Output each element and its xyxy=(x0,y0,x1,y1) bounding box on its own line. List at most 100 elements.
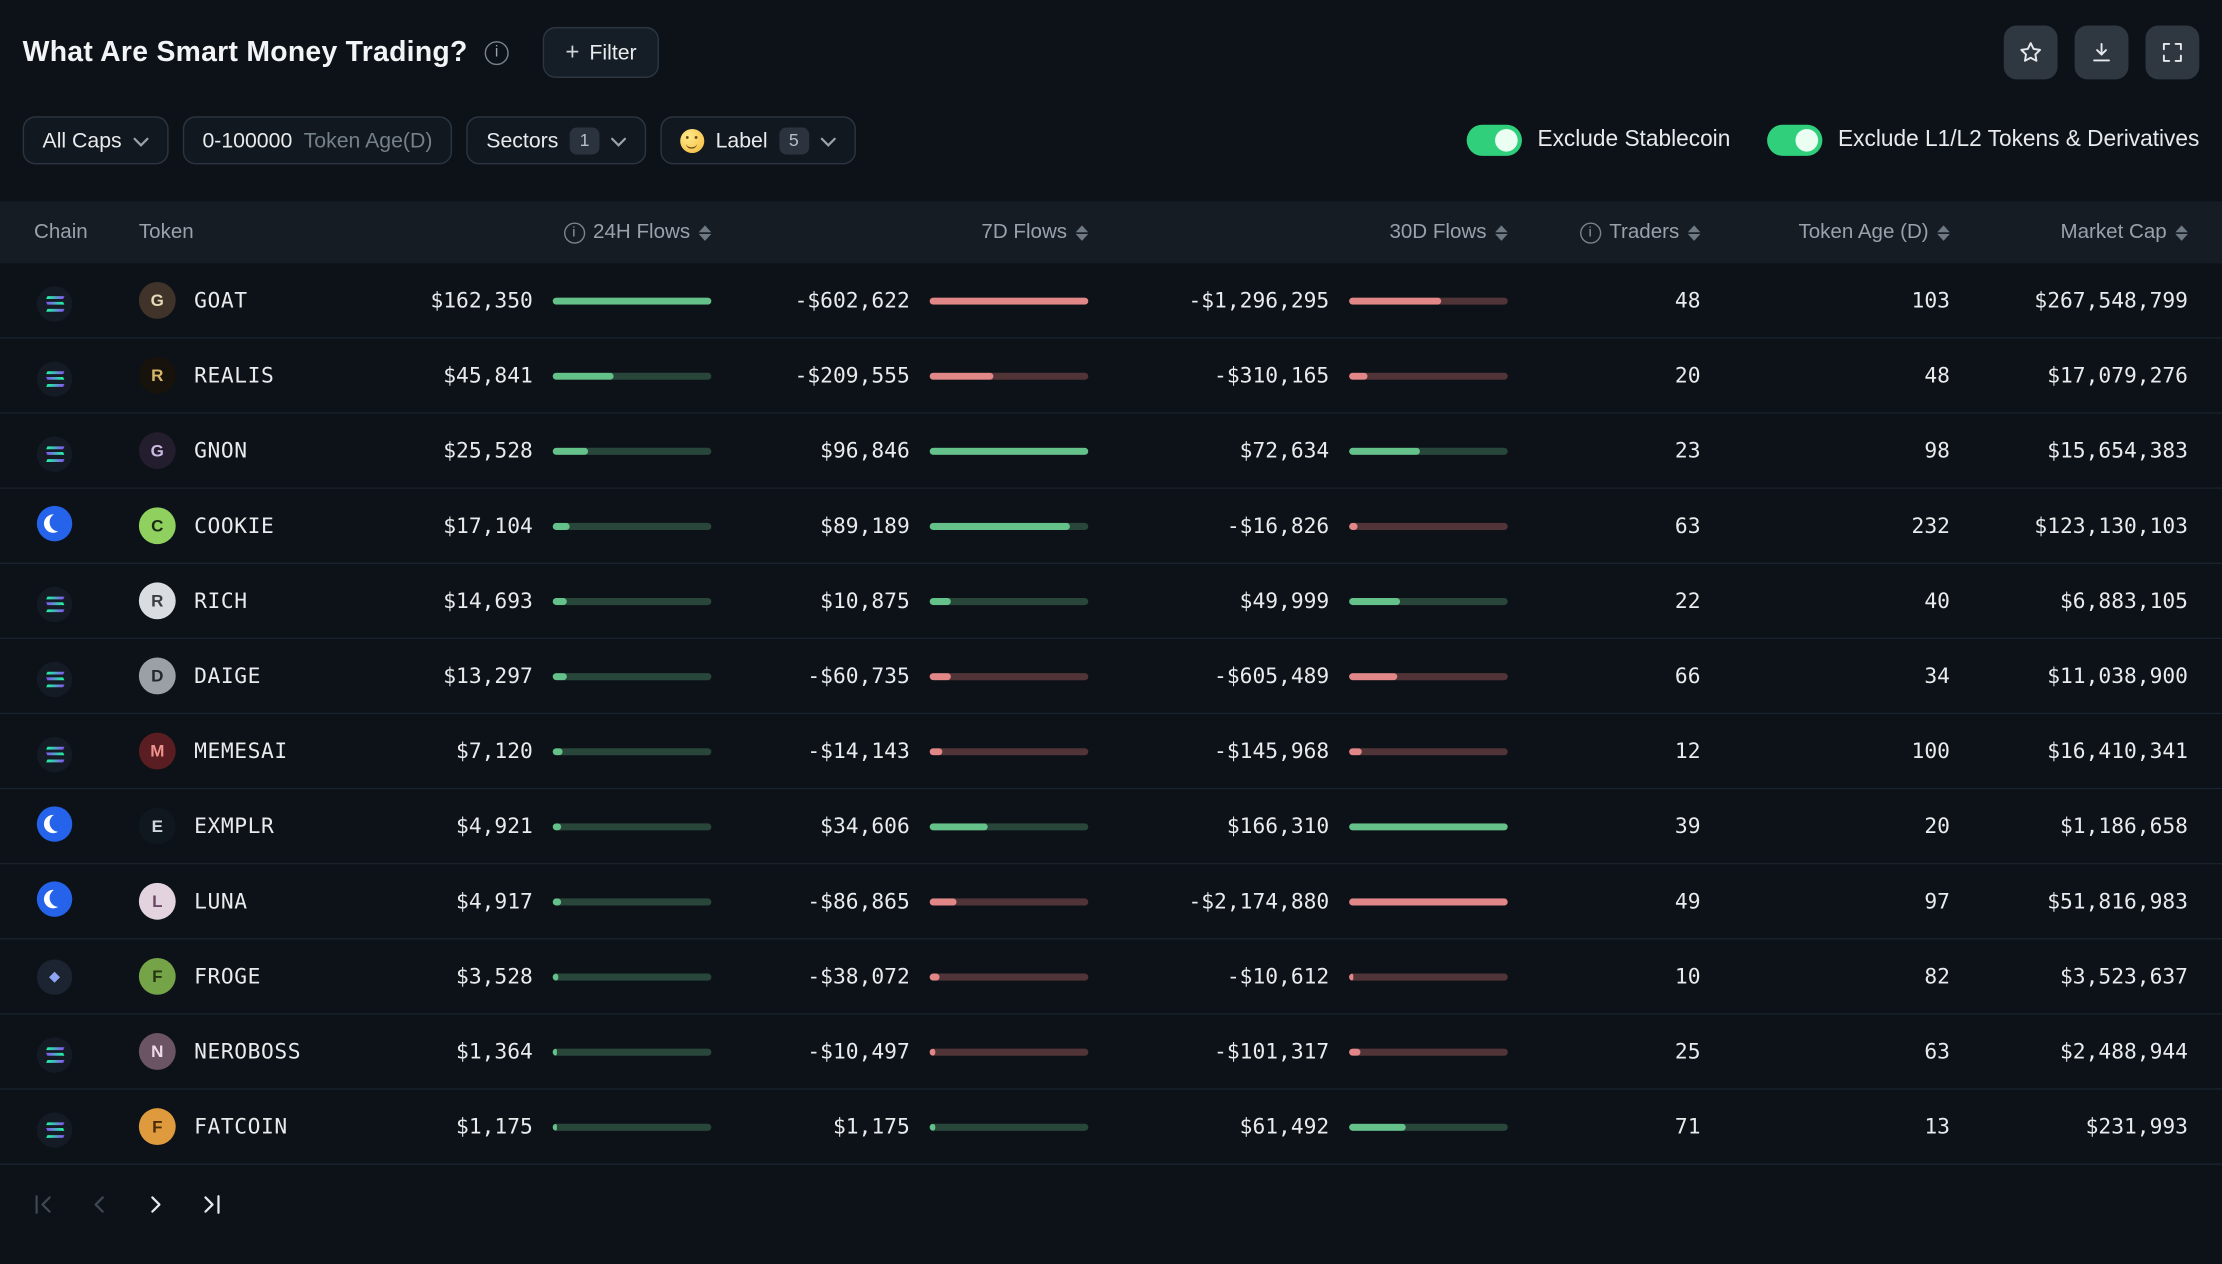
column-header-7d-flows[interactable]: 7D Flows xyxy=(711,221,1089,244)
chain-icon xyxy=(36,736,73,773)
token-name: DAIGE xyxy=(194,663,261,689)
flow-30d-value: -$16,826 xyxy=(1226,512,1330,539)
previous-page-button[interactable] xyxy=(82,1188,116,1222)
flow-24h-bar xyxy=(552,371,712,380)
sort-icon[interactable] xyxy=(2175,224,2188,241)
token-cell[interactable]: N NEROBOSS xyxy=(138,1033,366,1070)
token-age-filter-suffix: Token Age(D) xyxy=(303,128,433,153)
table-row[interactable]: R REALIS $45,841 -$209,555 -$310,165 20 … xyxy=(0,338,2222,414)
token-avatar: F xyxy=(138,957,176,995)
chevron-down-icon xyxy=(133,129,149,153)
all-caps-dropdown[interactable]: All Caps xyxy=(22,116,169,165)
sort-icon[interactable] xyxy=(698,224,712,241)
market-cap-value: $267,548,799 xyxy=(2034,287,2188,314)
table-row[interactable]: E EXMPLR $4,921 $34,606 $166,310 39 20 $… xyxy=(0,789,2222,865)
flow-24h: $17,104 xyxy=(366,513,712,538)
column-header-chain: Chain xyxy=(34,221,88,244)
chain-cell xyxy=(34,430,139,472)
flow-24h-bar xyxy=(552,522,712,530)
table-row[interactable]: D DAIGE $13,297 -$60,735 -$605,489 66 34… xyxy=(0,639,2222,715)
flow-24h: $1,175 xyxy=(366,1114,712,1139)
sort-icon[interactable] xyxy=(1495,224,1508,241)
flow-24h-value: $7,120 xyxy=(456,738,533,764)
last-page-icon xyxy=(198,1190,226,1218)
flow-7d: $10,875 xyxy=(711,588,1089,614)
column-header-24h-flows[interactable]: i 24H Flows xyxy=(366,221,712,244)
info-icon[interactable]: i xyxy=(1579,221,1601,244)
token-name: EXMPLR xyxy=(194,813,275,839)
flow-30d: $49,999 xyxy=(1088,588,1508,614)
flow-30d-bar xyxy=(1349,447,1508,455)
token-cell[interactable]: G GOAT xyxy=(138,282,366,319)
table-row[interactable]: F FATCOIN $1,175 $1,175 $61,492 71 13 $2… xyxy=(0,1089,2222,1165)
column-header-30d-flows[interactable]: 30D Flows xyxy=(1088,221,1508,244)
token-name: REALIS xyxy=(194,362,275,389)
table-row[interactable]: R RICH $14,693 $10,875 $49,999 22 40 $6,… xyxy=(0,564,2222,640)
title-info-icon[interactable]: i xyxy=(484,40,509,65)
sort-icon[interactable] xyxy=(1687,224,1701,241)
flow-30d-value: $166,310 xyxy=(1226,813,1330,839)
label-dropdown[interactable]: Label 5 xyxy=(660,116,856,165)
traders-value: 12 xyxy=(1674,738,1701,764)
exclude-l1l2-toggle[interactable] xyxy=(1767,124,1823,156)
column-header-traders[interactable]: i Traders xyxy=(1508,221,1701,244)
token-cell[interactable]: F FATCOIN xyxy=(138,1108,366,1146)
token-cell[interactable]: C COOKIE xyxy=(138,507,366,545)
exclude-stablecoin-toggle[interactable] xyxy=(1466,124,1522,156)
table-row[interactable]: C COOKIE $17,104 $89,189 -$16,826 63 232… xyxy=(0,488,2222,565)
market-cap-value: $51,816,983 xyxy=(2047,888,2188,915)
chain-cell xyxy=(34,505,139,546)
token-cell[interactable]: R REALIS xyxy=(138,357,366,394)
token-cell[interactable]: E EXMPLR xyxy=(138,807,366,845)
first-page-button[interactable] xyxy=(26,1188,60,1222)
filter-button[interactable]: + Filter xyxy=(542,26,660,78)
flow-24h-value: $3,528 xyxy=(456,963,533,990)
table-row[interactable]: M MEMESAI $7,120 -$14,143 -$145,968 12 1… xyxy=(0,714,2222,790)
flow-7d: $89,189 xyxy=(711,513,1089,538)
token-avatar: C xyxy=(138,507,176,545)
traders-value: 10 xyxy=(1674,963,1701,990)
market-cap-value: $1,186,658 xyxy=(2060,813,2188,839)
flow-24h: $4,921 xyxy=(366,813,712,839)
token-cell[interactable]: G GNON xyxy=(138,432,366,470)
column-header-token-age[interactable]: Token Age (D) xyxy=(1701,221,1950,244)
table-row[interactable]: G GNON $25,528 $96,846 $72,634 23 98 $15… xyxy=(0,413,2222,489)
flow-30d-value: -$605,489 xyxy=(1214,663,1330,689)
table-row[interactable]: N NEROBOSS $1,364 -$10,497 -$101,317 25 … xyxy=(0,1014,2222,1090)
flow-7d-value: -$60,735 xyxy=(807,663,910,689)
token-cell[interactable]: D DAIGE xyxy=(138,657,366,695)
flow-24h: $45,841 xyxy=(366,363,712,388)
column-header-market-cap[interactable]: Market Cap xyxy=(1950,221,2188,244)
chain-cell xyxy=(34,880,139,922)
sectors-dropdown[interactable]: Sectors 1 xyxy=(466,116,647,165)
chain-icon xyxy=(36,361,73,397)
token-cell[interactable]: R RICH xyxy=(138,582,366,620)
star-icon xyxy=(2018,40,2044,66)
token-name: NEROBOSS xyxy=(194,1038,302,1065)
token-cell[interactable]: M MEMESAI xyxy=(138,732,366,770)
sort-icon[interactable] xyxy=(1075,224,1089,241)
table-row[interactable]: F FROGE $3,528 -$38,072 -$10,612 10 82 $… xyxy=(0,939,2222,1015)
token-age-filter[interactable]: 0-100000 Token Age(D) xyxy=(182,116,453,165)
info-icon[interactable]: i xyxy=(563,221,585,244)
page-title: What Are Smart Money Trading? xyxy=(22,36,468,68)
flow-7d: -$38,072 xyxy=(711,964,1089,989)
token-avatar: R xyxy=(138,582,176,620)
chain-icon xyxy=(36,586,73,622)
token-cell[interactable]: L LUNA xyxy=(138,882,366,920)
flow-24h-bar xyxy=(552,672,712,680)
next-page-button[interactable] xyxy=(139,1188,173,1222)
token-cell[interactable]: F FROGE xyxy=(138,957,366,995)
flow-30d: -$10,612 xyxy=(1088,964,1508,989)
label-label: Label xyxy=(715,128,768,153)
favorite-button[interactable] xyxy=(2003,25,2058,80)
last-page-button[interactable] xyxy=(196,1188,230,1222)
sort-icon[interactable] xyxy=(1937,224,1950,241)
fullscreen-button[interactable] xyxy=(2145,25,2200,80)
download-button[interactable] xyxy=(2074,25,2129,80)
table-row[interactable]: G GOAT $162,350 -$602,622 -$1,296,295 48… xyxy=(0,263,2222,339)
plus-icon: + xyxy=(565,38,580,66)
flow-30d-bar xyxy=(1349,371,1508,380)
table-row[interactable]: L LUNA $4,917 -$86,865 -$2,174,880 49 97… xyxy=(0,864,2222,940)
topbar-actions xyxy=(2003,25,2200,80)
